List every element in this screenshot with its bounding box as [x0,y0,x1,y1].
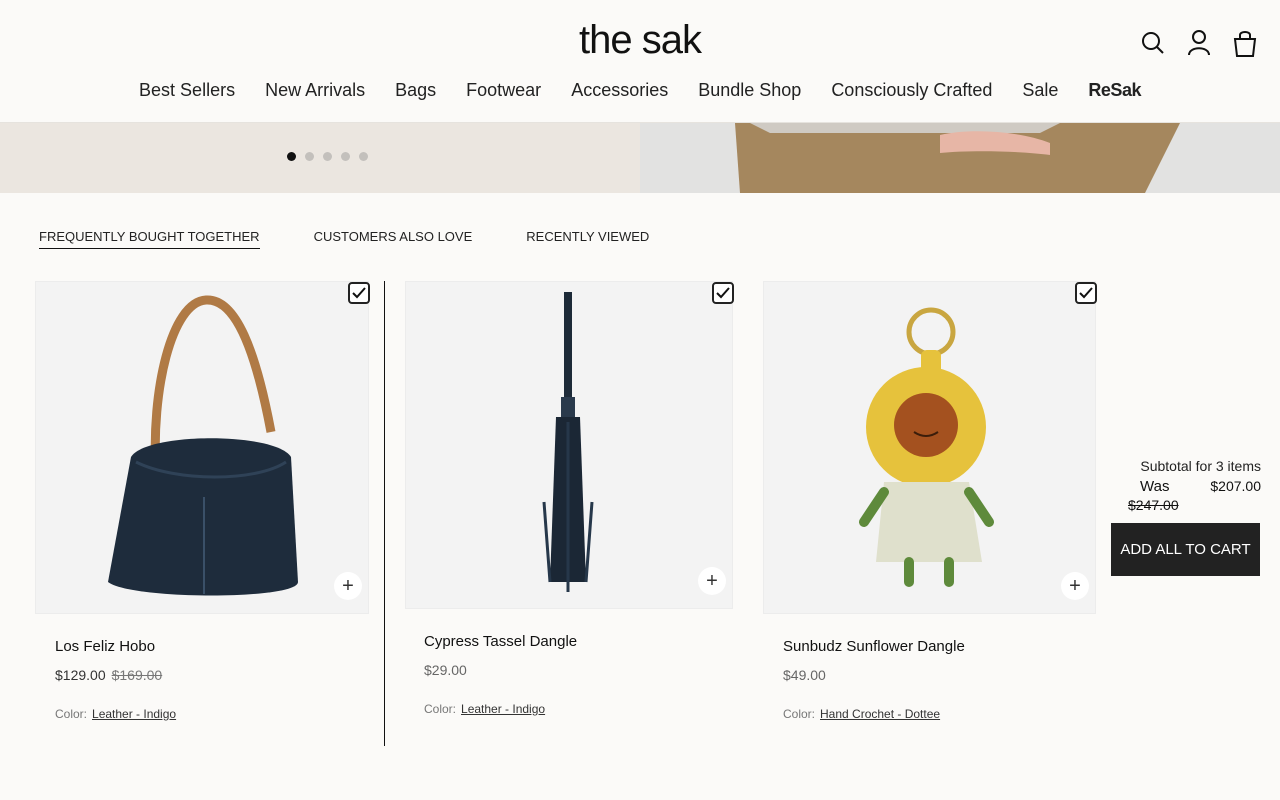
tab-customers-also-love[interactable]: CUSTOMERS ALSO LOVE [314,229,473,249]
nav-bags[interactable]: Bags [395,80,436,101]
nav-accessories[interactable]: Accessories [571,80,668,101]
bundle-divider [384,281,385,746]
quick-add-button[interactable]: + [698,567,726,595]
product-name[interactable]: Sunbudz Sunflower Dangle [783,638,1096,655]
product-image-tassel [542,292,594,592]
product-card: + Cypress Tassel Dangle $29.00 Color: Lea… [405,281,734,716]
carousel-dot[interactable] [305,152,314,161]
product-card: + Sunbudz Sunflower Dangle $49.00 Color:… [763,281,1097,721]
nav-resak[interactable]: ReSak [1088,80,1141,101]
product-price: $29.00 [424,662,467,678]
product-price: $49.00 [783,667,826,683]
color-option-link[interactable]: Leather - Indigo [461,702,545,716]
color-label: Color: [783,707,816,721]
tab-recently-viewed[interactable]: RECENTLY VIEWED [526,229,649,249]
hero-model-image [640,123,1280,193]
bag-icon[interactable] [1232,28,1258,58]
product-image-hobo [108,295,298,596]
select-checkbox[interactable] [712,282,734,304]
color-label: Color: [424,702,457,716]
product-image-box[interactable]: + [405,281,734,609]
product-name[interactable]: Los Feliz Hobo [55,638,369,655]
add-all-to-cart-button[interactable]: ADD ALL TO CART [1111,523,1260,576]
nav-new-arrivals[interactable]: New Arrivals [265,80,365,101]
current-price: $129.00 [55,667,106,683]
checkmark-icon [716,287,730,299]
was-label: Was [1140,478,1170,495]
product-image-box[interactable]: + [35,281,370,614]
original-price: $169.00 [111,667,163,683]
carousel-dots [287,152,368,161]
carousel-dot[interactable] [287,152,296,161]
product-image-box[interactable]: + [763,281,1097,614]
price-comparison: Was $207.00 [1111,478,1261,495]
product-name[interactable]: Cypress Tassel Dangle [424,633,733,650]
nav-consciously-crafted[interactable]: Consciously Crafted [831,80,992,101]
subtotal-label: Subtotal for 3 items [1140,458,1261,474]
nav-bundle-shop[interactable]: Bundle Shop [698,80,801,101]
site-header: the sak Best Sellers New Arrivals Bags F… [0,0,1280,123]
color-option-link[interactable]: Leather - Indigo [92,707,176,721]
bundle-summary: Subtotal for 3 items Was $207.00 $247.00… [1111,458,1261,576]
color-label: Color: [55,707,88,721]
carousel-dot[interactable] [341,152,350,161]
nav-best-sellers[interactable]: Best Sellers [139,80,235,101]
product-price: $129.00 $169.00 [55,667,369,683]
recommendation-tabs: FREQUENTLY BOUGHT TOGETHER CUSTOMERS ALS… [39,229,649,249]
select-checkbox[interactable] [1075,282,1097,304]
hero-banner-left [0,123,640,193]
search-icon[interactable] [1140,28,1166,58]
nav-footwear[interactable]: Footwear [466,80,541,101]
product-image-sunflower [859,307,994,587]
hero-banner-image [640,123,1280,193]
brand-logo[interactable]: the sak [0,18,1280,63]
product-color: Color: Leather - Indigo [424,702,733,716]
product-card: + Los Feliz Hobo $129.00 $169.00 Color: Le… [35,281,370,721]
main-nav: Best Sellers New Arrivals Bags Footwear … [0,80,1280,101]
product-color: Color: Leather - Indigo [55,707,369,721]
account-icon[interactable] [1186,28,1212,58]
bundle-original-total: $247.00 [1128,497,1179,513]
select-checkbox[interactable] [348,282,370,304]
bundle-total: $207.00 [1210,478,1261,494]
product-color: Color: Hand Crochet - Dottee [783,707,1096,721]
checkmark-icon [352,287,366,299]
quick-add-button[interactable]: + [1061,572,1089,600]
tab-frequently-bought-together[interactable]: FREQUENTLY BOUGHT TOGETHER [39,229,260,249]
nav-sale[interactable]: Sale [1022,80,1058,101]
checkmark-icon [1079,287,1093,299]
color-option-link[interactable]: Hand Crochet - Dottee [820,707,940,721]
quick-add-button[interactable]: + [334,572,362,600]
carousel-dot[interactable] [359,152,368,161]
carousel-dot[interactable] [323,152,332,161]
